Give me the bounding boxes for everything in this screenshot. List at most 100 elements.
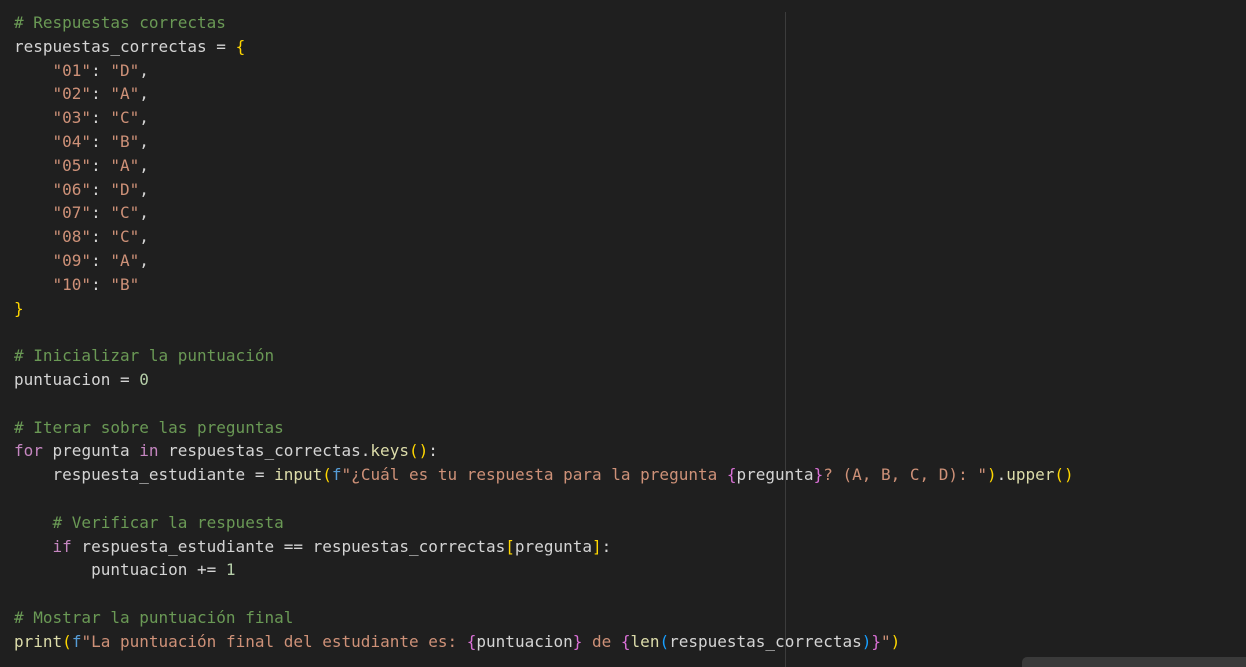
code-token: 0 <box>139 369 149 389</box>
code-line[interactable]: "10": "B" <box>14 273 1074 297</box>
code-token: { <box>620 631 631 651</box>
code-line[interactable]: if respuesta_estudiante == respuestas_co… <box>14 535 1074 559</box>
code-token: upper <box>1006 465 1055 485</box>
code-token: [ <box>505 536 515 556</box>
code-line[interactable]: "08": "C", <box>14 225 1074 249</box>
code-token: # Inicializar la puntuación <box>14 346 275 366</box>
code-token: ) <box>986 465 997 485</box>
code-line[interactable] <box>14 487 1074 511</box>
code-token: "03" <box>52 108 92 128</box>
code-line[interactable]: puntuacion += 1 <box>14 558 1074 582</box>
code-token: : <box>91 227 111 247</box>
code-line[interactable]: print(f"La puntuación final del estudian… <box>14 630 1074 654</box>
code-token: for <box>14 441 43 461</box>
code-token: } <box>572 631 583 651</box>
code-token: input <box>274 465 323 485</box>
code-line[interactable]: for pregunta in respuestas_correctas.key… <box>14 439 1074 463</box>
code-token: () <box>408 441 429 461</box>
code-line[interactable]: # Mostrar la puntuación final <box>14 606 1074 630</box>
code-token: ( <box>62 631 72 651</box>
code-token: { <box>726 465 737 485</box>
code-token: "B" <box>110 274 140 294</box>
code-token: "01" <box>52 60 92 80</box>
code-token: puntuacion <box>14 560 188 580</box>
code-line[interactable]: "05": "A", <box>14 154 1074 178</box>
code-token: respuestas_correctas. <box>158 441 371 461</box>
code-token: . <box>996 465 1007 485</box>
code-line[interactable]: respuestas_correctas = { <box>14 35 1074 59</box>
code-token: = <box>245 465 275 485</box>
code-token: ? (A, B, C, D): " <box>823 465 987 485</box>
code-line[interactable]: "07": "C", <box>14 201 1074 225</box>
code-token: print <box>14 631 63 651</box>
code-token: : <box>91 179 111 199</box>
code-line[interactable]: } <box>14 297 1074 321</box>
code-token: respuestas_correctas <box>669 631 862 651</box>
code-line[interactable]: "01": "D", <box>14 59 1074 83</box>
code-token: "07" <box>52 203 92 223</box>
code-token: , <box>139 84 149 104</box>
code-token: "02" <box>52 84 92 104</box>
code-line[interactable]: # Inicializar la puntuación <box>14 344 1074 368</box>
horizontal-scrollbar-thumb[interactable] <box>1022 657 1246 667</box>
code-line[interactable] <box>14 582 1074 606</box>
code-line[interactable] <box>14 392 1074 416</box>
code-token: , <box>139 60 149 80</box>
code-area[interactable]: # Respuestas correctas respuestas_correct… <box>14 11 1074 654</box>
code-token: in <box>139 441 159 461</box>
code-token: de <box>582 631 621 651</box>
code-token: : <box>91 131 111 151</box>
code-token: respuestas_correctas <box>14 36 207 56</box>
code-token: f <box>331 465 342 485</box>
code-token: == <box>283 536 303 556</box>
code-token: if <box>52 536 72 556</box>
code-line[interactable]: "03": "C", <box>14 106 1074 130</box>
code-token: , <box>139 203 149 223</box>
code-line[interactable]: # Iterar sobre las preguntas <box>14 416 1074 440</box>
code-line[interactable]: respuesta_estudiante = input(f"¿Cuál es … <box>14 463 1074 487</box>
code-line[interactable]: "04": "B", <box>14 130 1074 154</box>
vertical-ruler <box>785 12 786 667</box>
code-token: , <box>139 227 149 247</box>
code-line[interactable]: "02": "A", <box>14 82 1074 106</box>
code-token: pregunta <box>736 465 814 485</box>
code-line[interactable]: # Respuestas correctas <box>14 11 1074 35</box>
code-token: += <box>187 560 226 580</box>
code-token: ] <box>591 536 602 556</box>
code-line[interactable]: # Verificar la respuesta <box>14 511 1074 535</box>
code-token: "¿Cuál es tu respuesta para la pregunta <box>341 465 727 485</box>
code-token: } <box>14 298 24 318</box>
code-token: { <box>466 631 477 651</box>
code-token: : <box>91 250 111 270</box>
code-line[interactable]: "09": "A", <box>14 249 1074 273</box>
code-token: respuesta_estudiante <box>71 536 284 556</box>
code-line[interactable] <box>14 320 1074 344</box>
code-token: = <box>206 36 236 56</box>
code-token: "C" <box>110 203 140 223</box>
code-token: "06" <box>52 179 92 199</box>
code-token: () <box>1054 465 1074 485</box>
code-editor[interactable]: # Respuestas correctas respuestas_correct… <box>0 0 1246 667</box>
code-token: : <box>428 441 438 461</box>
code-token: { <box>235 36 246 56</box>
code-token: "D" <box>110 179 140 199</box>
code-line[interactable]: "06": "D", <box>14 178 1074 202</box>
code-token: , <box>139 155 149 175</box>
code-token: "A" <box>110 250 140 270</box>
code-token: "10" <box>52 274 92 294</box>
code-token: puntuacion <box>14 369 111 389</box>
code-token: : <box>601 536 612 556</box>
code-line[interactable]: puntuacion = 0 <box>14 368 1074 392</box>
code-token: , <box>139 108 149 128</box>
code-token: # Mostrar la puntuación final <box>14 607 294 627</box>
